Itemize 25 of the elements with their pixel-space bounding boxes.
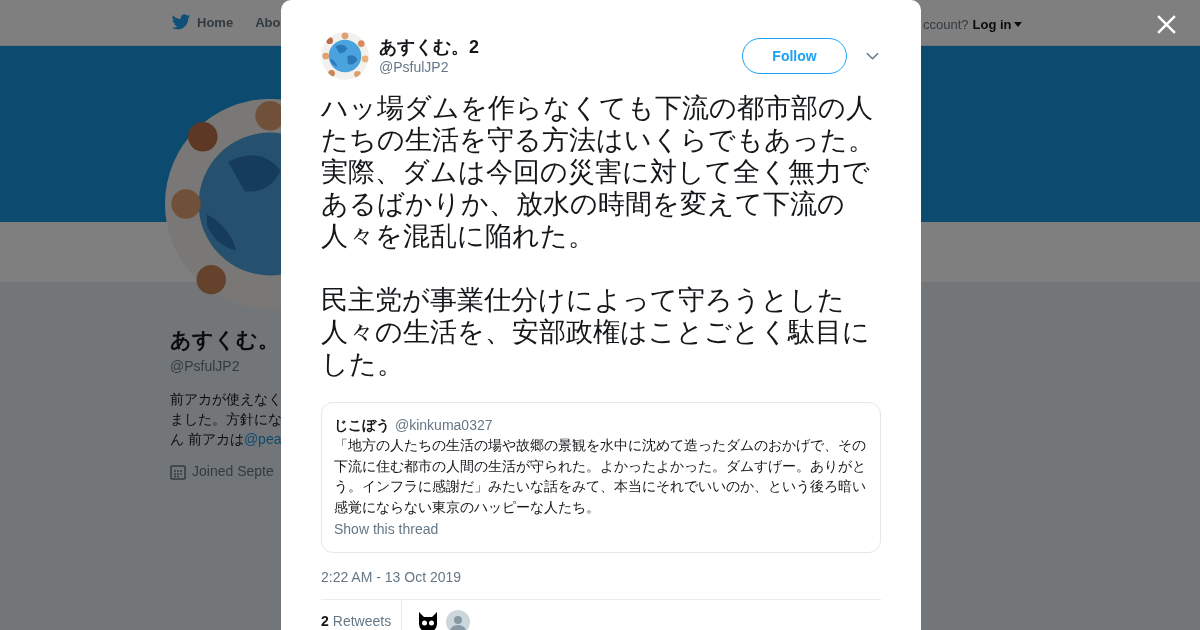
home-link[interactable]: Home [171,12,234,33]
bird-icon [171,14,191,31]
author-handle: @PsfulJP2 [379,58,450,76]
profile-handle: @PsfulJP2 [170,357,241,376]
quoted-author-handle: @kinkuma0327 [395,416,493,435]
retweets-link[interactable]: 2 Retweets [321,600,403,630]
tweet-text: ハッ場ダムを作らなくても下流の都市部の人たちの生活を守る方法はいくらでもあった。実際、ダムは今回の災害に対して全く無力であるばかりか、放水の時間を変えて下流の人々を混乱に陥れた。 [321,92,876,252]
account-prompt: ccount? [923,16,969,34]
calendar-icon [170,463,186,480]
quoted-tweet-card[interactable]: じこぼう @kinkuma0327 「地方の人たちの生活の場や故郷の景観を水中に沈めて造ったダムのおかげで、その下流に住む都市の人間の生活が守られた。よかったよかった。ダムすげー。ありがとう。インフラに感謝だ」みたいな話をみて、本当にそれでいいのか、という後ろ暗い感覚にならない東京のハッピーな人たち。 Show this thread [321,402,881,553]
show-thread-link[interactable]: Show this thread [334,519,868,540]
caret-icon [1013,22,1022,28]
profile-name: あすくむ。 [170,327,280,354]
tweet-text: 民主党が事業仕分けによって守ろうとした人々の生活を、安部政権はことごとく駄目にした。 [321,284,871,380]
about-link[interactable]: Abo [255,12,281,33]
quoted-author-name: じこぼう [334,416,390,435]
profile-bio: 前アカが使えなく ました。方針にな ん 前アカは@pea [170,390,282,449]
default-avatar-icon[interactable] [446,609,471,630]
close-icon[interactable] [1156,14,1177,35]
chevron-down-icon[interactable] [866,52,879,60]
joined-date: Joined Septe [192,462,274,481]
quoted-tweet-text: 「地方の人たちの生活の場や故郷の景観を水中に沈めて造ったダムのおかげで、その下流に住む都市の人間の生活が守られた。よかったよかった。ダムすげー。ありがとう。インフラに感謝だ」みたいな話をみて、本当にそれでいいのか、という後ろ暗い感覚にならない東京のハッピーな人たち。 [334,436,867,517]
tweet-timestamp: 2:22 AM - 13 Oct 2019 [321,568,463,587]
author-name: あすくむ。2 [379,36,479,58]
login-link[interactable]: Log in [972,15,1022,35]
